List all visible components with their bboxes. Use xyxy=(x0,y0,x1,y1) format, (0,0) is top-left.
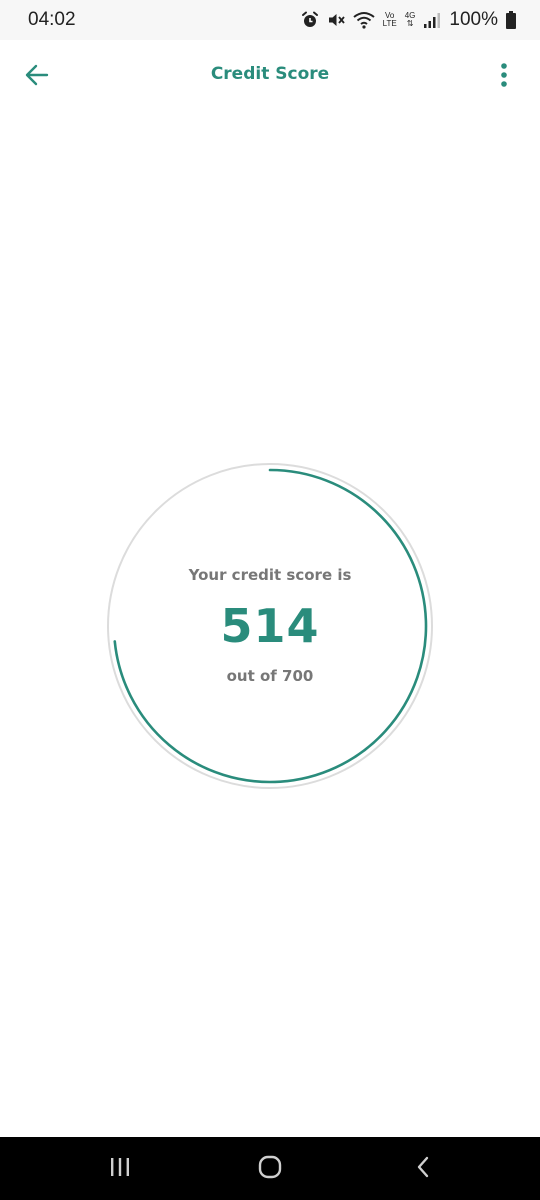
more-vert-icon xyxy=(500,62,508,93)
nav-back-button[interactable] xyxy=(398,1151,448,1187)
recent-apps-icon xyxy=(108,1156,132,1183)
battery-percent: 100% xyxy=(449,9,498,30)
app-bar: Credit Score xyxy=(0,40,540,114)
page-title: Credit Score xyxy=(210,64,330,84)
network-4g-icon: 4G ⇅ xyxy=(405,12,416,28)
recent-apps-button[interactable] xyxy=(95,1151,145,1187)
alarm-icon xyxy=(301,11,319,29)
battery-icon xyxy=(506,11,516,29)
more-options-button[interactable] xyxy=(488,56,520,98)
data-arrows-icon: ⇅ xyxy=(406,19,414,28)
volte-bottom-label: LTE xyxy=(382,19,397,28)
signal-icon xyxy=(423,11,441,29)
status-icons: Vo LTE 4G ⇅ 100% xyxy=(301,8,516,32)
credit-score-max: out of 700 xyxy=(226,667,314,685)
system-nav-bar xyxy=(0,1137,540,1200)
home-button[interactable] xyxy=(245,1151,295,1187)
home-icon xyxy=(257,1154,283,1185)
wifi-icon xyxy=(353,11,375,29)
credit-score-value: 514 xyxy=(220,599,320,653)
credit-score-label: Your credit score is xyxy=(188,566,352,584)
status-bar: 04:02 Vo LTE 4G ⇅ 100% xyxy=(0,0,540,40)
back-icon xyxy=(413,1155,433,1184)
credit-score-readout: Your credit score is 514 out of 700 xyxy=(105,461,435,791)
volte-icon: Vo LTE xyxy=(383,12,397,28)
status-time: 04:02 xyxy=(28,9,76,30)
mute-icon xyxy=(327,11,345,29)
